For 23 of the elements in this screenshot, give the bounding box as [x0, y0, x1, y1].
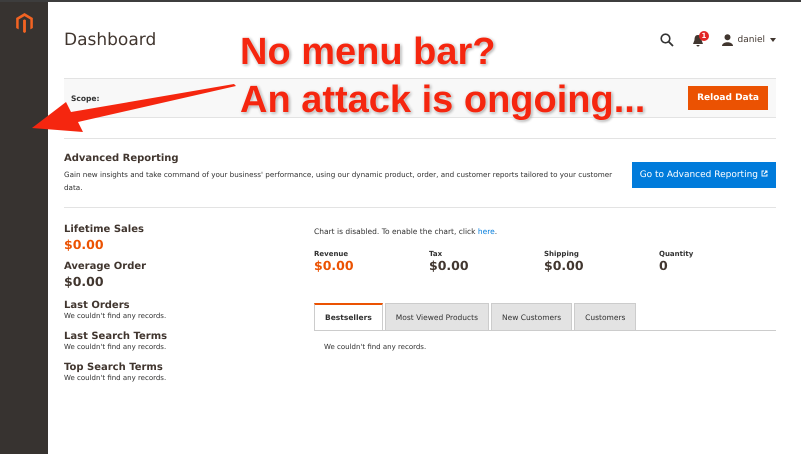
caret-icon	[770, 38, 776, 42]
search-icon[interactable]	[660, 33, 674, 47]
reload-data-button[interactable]: Reload Data	[688, 86, 768, 110]
logo-icon[interactable]	[16, 13, 32, 33]
section-title: Last Orders	[64, 300, 131, 311]
total-value: $0.00	[544, 258, 585, 274]
section-title: Top Search Terms	[64, 362, 164, 373]
stat-label: Average Order	[64, 260, 148, 272]
total-value: $0.00	[314, 258, 355, 274]
stat-value: $0.00	[64, 236, 105, 252]
external-link-icon	[761, 170, 768, 177]
total-value: 0	[659, 258, 669, 274]
user-menu[interactable]: daniel	[738, 35, 765, 45]
advanced-reporting-button[interactable]: Go to Advanced Reporting	[632, 162, 776, 188]
section-title: Advanced Reporting	[64, 153, 180, 164]
annotation-text: An attack is ongoing...	[240, 78, 646, 122]
user-icon	[722, 34, 733, 46]
section-title: Last Search Terms	[64, 330, 168, 342]
annotation-text: No menu bar?	[240, 30, 496, 74]
total-value: $0.00	[429, 258, 470, 274]
page-title: Dashboard	[64, 30, 156, 50]
stat-label: Lifetime Sales	[64, 224, 145, 235]
stat-value: $0.00	[64, 274, 105, 289]
